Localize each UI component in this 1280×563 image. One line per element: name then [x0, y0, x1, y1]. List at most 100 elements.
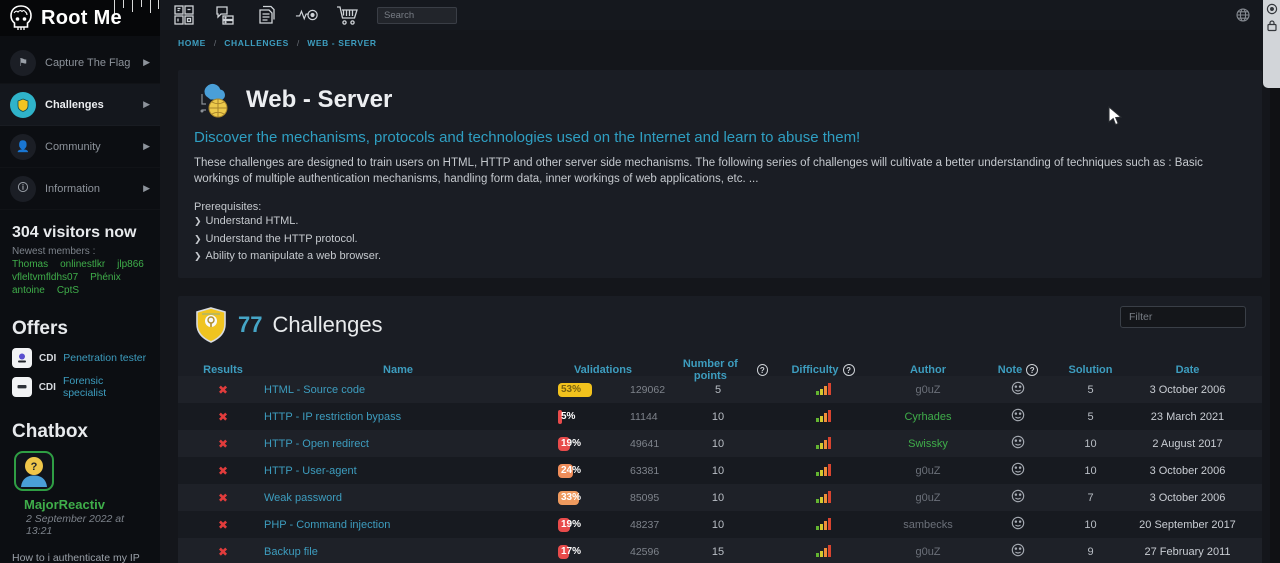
breadcrumb-challenges[interactable]: CHALLENGES	[224, 38, 289, 48]
help-icon[interactable]: ?	[757, 364, 768, 376]
table-row[interactable]: ✖ Backup file 17% 42596 15 g0uZ 9 27 Feb	[178, 538, 1262, 563]
table-row[interactable]: ✖ HTTP - IP restriction bypass 5% 11144 …	[178, 403, 1262, 430]
challenge-link[interactable]: HTTP - IP restriction bypass	[264, 411, 401, 423]
logo-text: Root Me	[41, 7, 122, 30]
validation-count: 63381	[630, 465, 659, 477]
offer-item: CDI Forensic specialist	[12, 375, 148, 399]
globe-language-icon[interactable]	[1236, 8, 1250, 27]
challenge-link[interactable]: HTTP - Open redirect	[264, 438, 369, 450]
table-row[interactable]: ✖ Weak password 33% 85095 10 g0uZ 7 3 Oc	[178, 484, 1262, 511]
breadcrumb-web-server[interactable]: WEB - SERVER	[307, 38, 376, 48]
avatar[interactable]: ?	[14, 451, 54, 491]
table-row[interactable]: ✖ HTTP - User-agent 24% 63381 10 g0uZ 10	[178, 457, 1262, 484]
points-value: 10	[668, 492, 768, 504]
column-points[interactable]: Number of points?	[668, 358, 768, 382]
table-row[interactable]: ✖ PHP - Command injection 19% 48237 10 s…	[178, 511, 1262, 538]
scrollbar[interactable]	[1263, 0, 1280, 88]
author-link[interactable]: g0uZ	[915, 384, 940, 396]
smiley-note-icon	[1011, 408, 1025, 422]
column-name[interactable]: Name	[258, 364, 538, 376]
help-icon[interactable]: ?	[843, 364, 855, 376]
member-link[interactable]: CptS	[57, 285, 79, 296]
scrollbar-track[interactable]	[1270, 88, 1280, 563]
activity-target-icon[interactable]	[295, 3, 319, 27]
offer-link[interactable]: Penetration tester	[63, 352, 146, 364]
smiley-note-icon	[1011, 516, 1025, 530]
points-value: 5	[668, 384, 768, 396]
validation-count: 11144	[630, 411, 658, 423]
chat-username-link[interactable]: MajorReactiv	[24, 497, 148, 512]
solution-count[interactable]: 5	[1058, 384, 1123, 396]
solution-count[interactable]: 10	[1058, 519, 1123, 531]
chevron-right-icon: ▶	[143, 57, 150, 68]
prerequisite-item: ❯Understand HTML.	[194, 213, 1246, 231]
difficulty-bars-icon	[815, 516, 832, 531]
filter-input[interactable]	[1120, 306, 1246, 328]
solution-count[interactable]: 9	[1058, 546, 1123, 558]
offer-link[interactable]: Forensic specialist	[63, 375, 148, 399]
challenge-link[interactable]: PHP - Command injection	[264, 519, 390, 531]
author-link[interactable]: g0uZ	[915, 465, 940, 477]
breadcrumb-home[interactable]: HOME	[178, 38, 206, 48]
challenge-date: 3 October 2006	[1123, 384, 1252, 396]
validation-percent-badge: 53%	[558, 383, 622, 397]
column-date[interactable]: Date	[1123, 364, 1252, 376]
not-validated-icon: ✖	[218, 545, 228, 559]
author-link[interactable]: Cyrhades	[904, 411, 951, 423]
author-link[interactable]: g0uZ	[915, 546, 940, 558]
validations-cell: 53% 129062	[538, 383, 668, 397]
challenge-link[interactable]: Backup file	[264, 546, 318, 558]
column-author[interactable]: Author	[878, 364, 978, 376]
cart-icon[interactable]	[336, 3, 360, 27]
challenge-date: 27 February 2011	[1123, 546, 1252, 558]
member-link[interactable]: jlp866	[117, 259, 144, 270]
table-body: ✖ HTML - Source code 53% 129062 5 g0uZ 5	[178, 376, 1262, 563]
member-link[interactable]: Phénix	[90, 272, 121, 283]
logo-bar[interactable]: Root Me	[0, 0, 160, 36]
newest-members-list: Thomas onlinestlkr jlp866 vfleltvmfldhs0…	[12, 259, 148, 296]
member-link[interactable]: antoine	[12, 285, 45, 296]
author-link[interactable]: g0uZ	[915, 492, 940, 504]
challenge-link[interactable]: Weak password	[264, 492, 342, 504]
points-value: 10	[668, 438, 768, 450]
solution-count[interactable]: 10	[1058, 465, 1123, 477]
solution-count[interactable]: 7	[1058, 492, 1123, 504]
solution-count[interactable]: 10	[1058, 438, 1123, 450]
difficulty-bars-icon	[815, 408, 832, 423]
sidebar-item-information[interactable]: 🛈 Information ▶	[0, 168, 160, 210]
help-icon[interactable]: ?	[1026, 364, 1038, 376]
column-difficulty[interactable]: Difficulty?	[768, 364, 878, 376]
member-link[interactable]: onlinestlkr	[60, 259, 105, 270]
column-validations[interactable]: Validations	[538, 364, 668, 376]
documents-icon[interactable]	[254, 3, 278, 27]
breadcrumb: HOME / CHALLENGES / WEB - SERVER	[160, 30, 1280, 56]
member-link[interactable]: vfleltvmfldhs07	[12, 272, 78, 283]
ctf-all-day-icon[interactable]	[172, 3, 196, 27]
validation-count: 49641	[630, 438, 659, 450]
chat-server-icon[interactable]	[213, 3, 237, 27]
column-results[interactable]: Results	[188, 364, 258, 376]
challenge-shield-icon	[194, 306, 228, 344]
challenge-link[interactable]: HTTP - User-agent	[264, 465, 357, 477]
sidebar-item-capture-the-flag[interactable]: ⚑ Capture The Flag ▶	[0, 42, 160, 84]
column-note[interactable]: Note?	[978, 364, 1058, 376]
sidebar-item-community[interactable]: 👤 Community ▶	[0, 126, 160, 168]
note-cell	[978, 435, 1058, 452]
challenge-link[interactable]: HTML - Source code	[264, 384, 365, 396]
challenge-date: 2 August 2017	[1123, 438, 1252, 450]
sidebar-item-challenges[interactable]: Challenges ▶	[0, 84, 160, 126]
table-row[interactable]: ✖ HTTP - Open redirect 19% 49641 10 Swis…	[178, 430, 1262, 457]
member-link[interactable]: Thomas	[12, 259, 48, 270]
target-dot-icon[interactable]	[1266, 3, 1278, 15]
search-input[interactable]	[377, 7, 457, 24]
note-cell	[978, 462, 1058, 479]
chat-timestamp: 2 September 2022 at 13:21	[26, 513, 148, 537]
column-solution[interactable]: Solution	[1058, 364, 1123, 376]
validations-cell: 17% 42596	[538, 545, 668, 559]
author-link[interactable]: sambecks	[903, 519, 953, 531]
solution-count[interactable]: 5	[1058, 411, 1123, 423]
not-validated-icon: ✖	[218, 491, 228, 505]
author-link[interactable]: Swissky	[908, 438, 948, 450]
lock-icon[interactable]	[1266, 19, 1278, 32]
validation-percent-badge: 33%	[558, 491, 622, 505]
